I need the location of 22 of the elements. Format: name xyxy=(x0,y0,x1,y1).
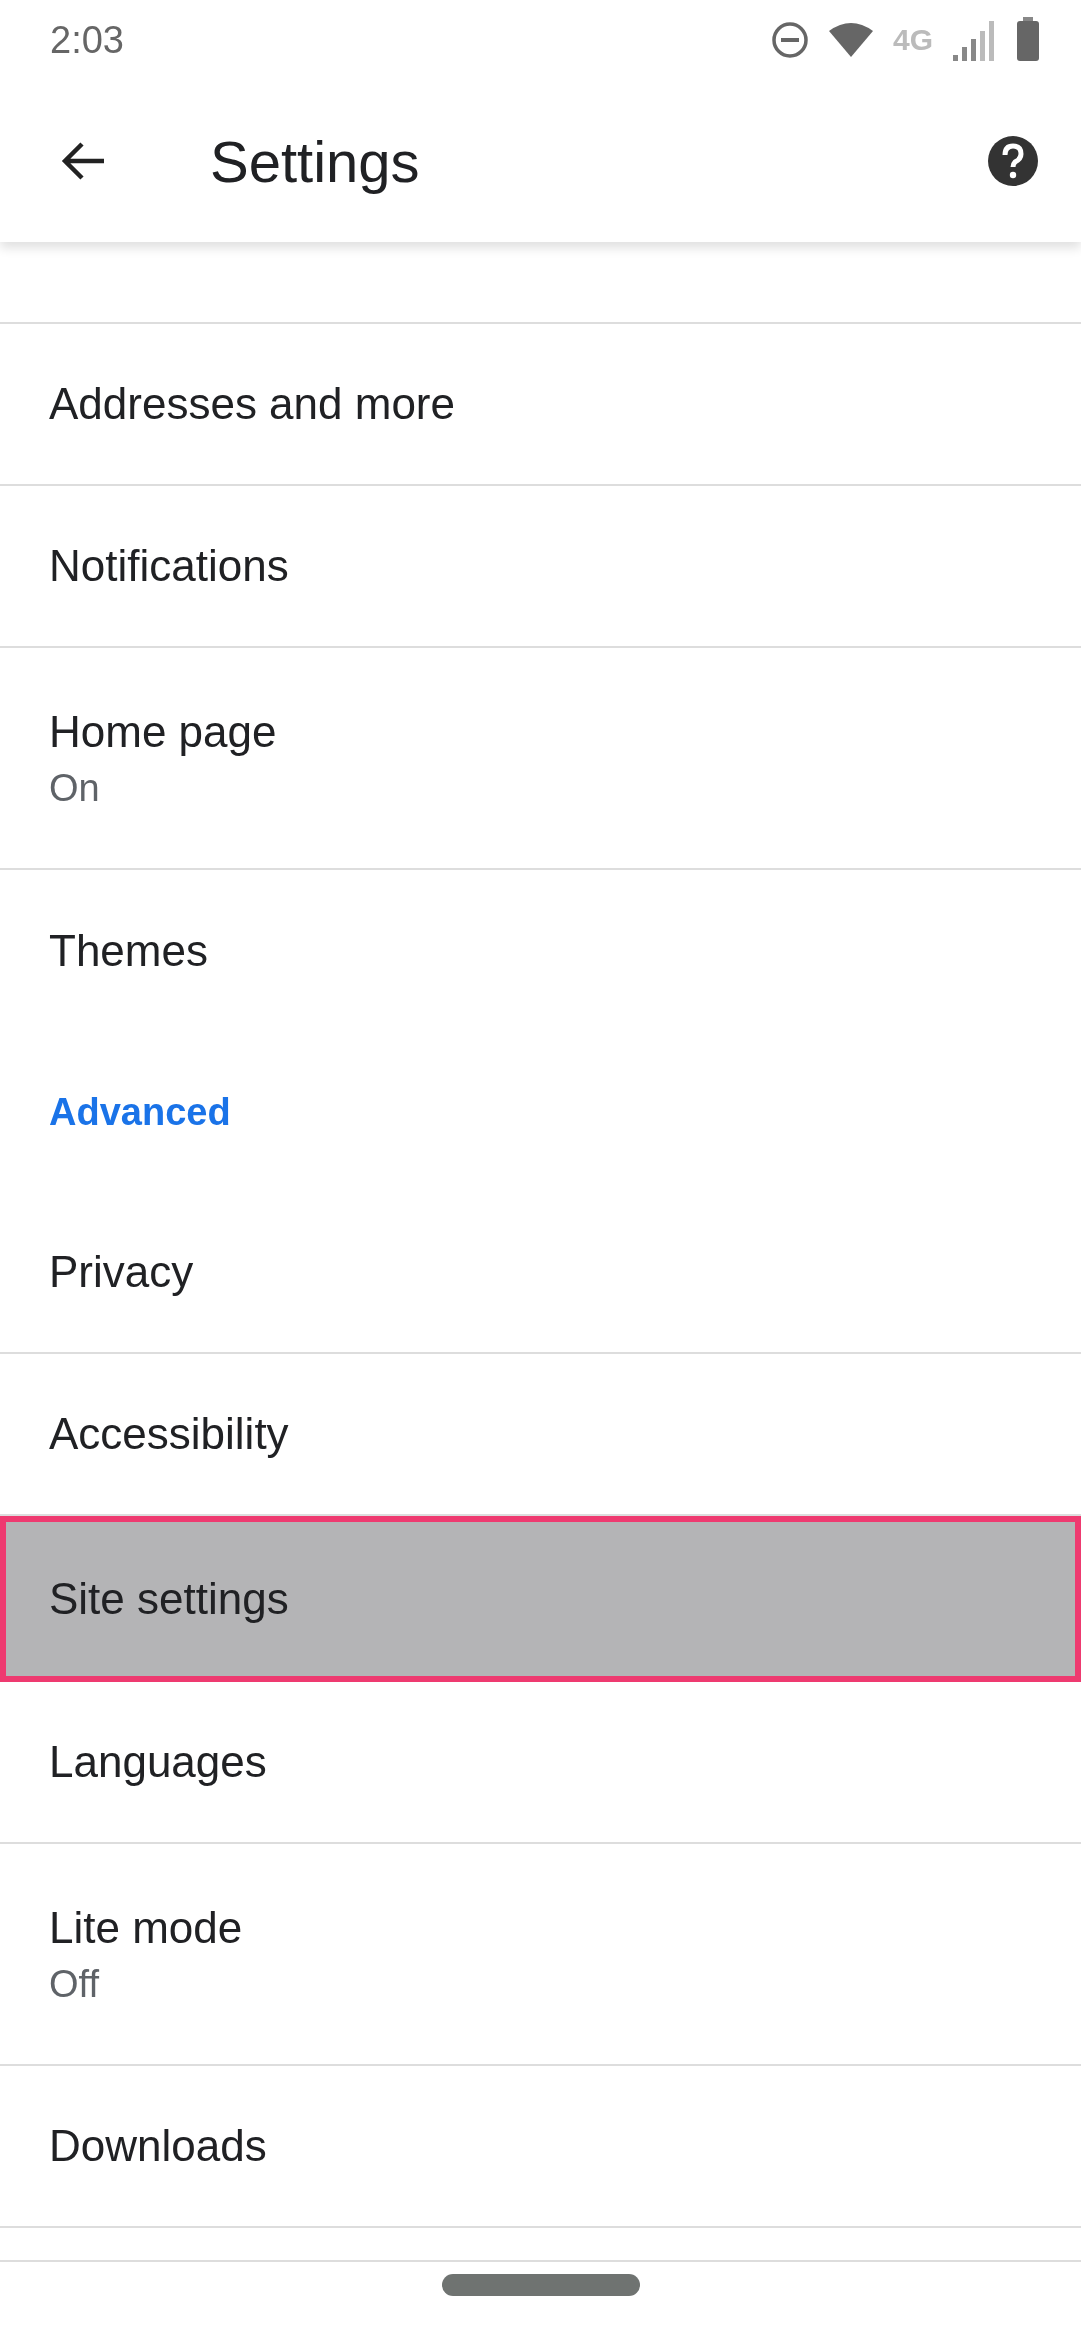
settings-item[interactable]: Site settings xyxy=(0,1516,1081,1682)
battery-icon xyxy=(1015,17,1041,63)
help-icon[interactable] xyxy=(987,135,1039,187)
status-time: 2:03 xyxy=(50,18,124,62)
item-title: Lite mode xyxy=(49,1902,244,1953)
wifi-icon xyxy=(826,21,875,59)
home-gesture-bar[interactable] xyxy=(441,2274,640,2296)
network-type: 4G xyxy=(892,23,933,57)
item-title: Downloads xyxy=(49,2121,268,2171)
item-subtitle: On xyxy=(49,766,101,810)
item-title: Themes xyxy=(49,926,209,976)
section-header: Advanced xyxy=(48,1089,232,1135)
item-title: Addresses and more xyxy=(49,379,456,429)
item-subtitle: Off xyxy=(49,1962,100,2006)
page-title: Settings xyxy=(210,127,421,195)
item-title: Accessibility xyxy=(49,1409,290,1459)
item-title: Privacy xyxy=(49,1247,195,1297)
item-title: Home page xyxy=(49,706,278,757)
do-not-disturb-icon xyxy=(770,21,809,59)
item-title: Languages xyxy=(49,1737,268,1787)
item-title: Site settings xyxy=(49,1574,290,1624)
item-title: Notifications xyxy=(49,541,290,591)
